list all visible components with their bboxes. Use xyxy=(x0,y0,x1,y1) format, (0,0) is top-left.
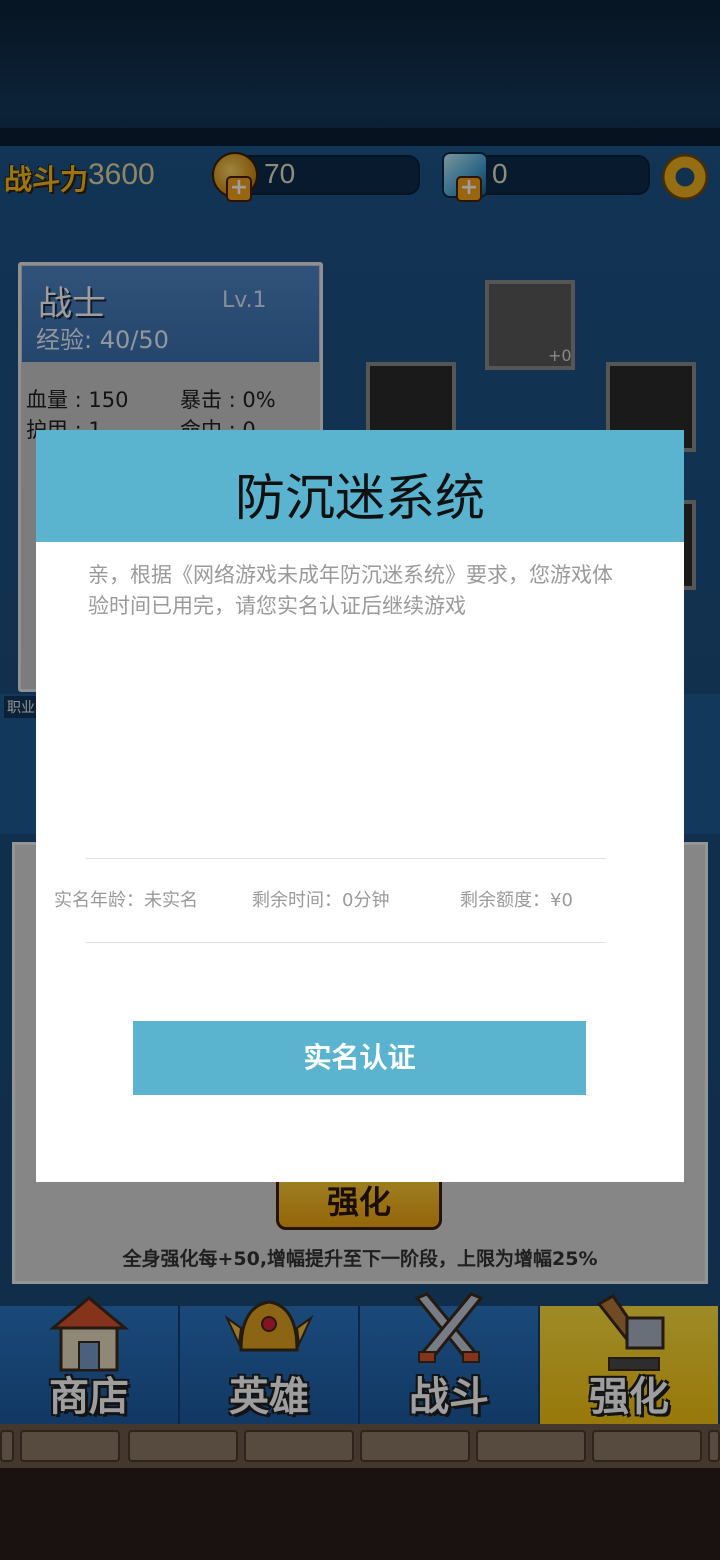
remaining-time: 剩余时间：0分钟 xyxy=(252,890,390,911)
verify-real-name-button[interactable]: 实名认证 xyxy=(133,1021,586,1095)
divider xyxy=(86,858,606,859)
dialog-title: 防沉迷系统 xyxy=(235,469,485,527)
remaining-quota: 剩余额度：¥0 xyxy=(460,890,573,911)
dialog-message: 亲，根据《网络游戏未成年防沉迷系统》要求，您游戏体验时间已用完，请您实名认证后继… xyxy=(88,563,613,618)
anti-addiction-dialog: 防沉迷系统 亲，根据《网络游戏未成年防沉迷系统》要求，您游戏体验时间已用完，请您… xyxy=(36,430,684,1182)
divider xyxy=(86,942,606,943)
real-name-age: 实名年龄：未实名 xyxy=(54,890,198,911)
